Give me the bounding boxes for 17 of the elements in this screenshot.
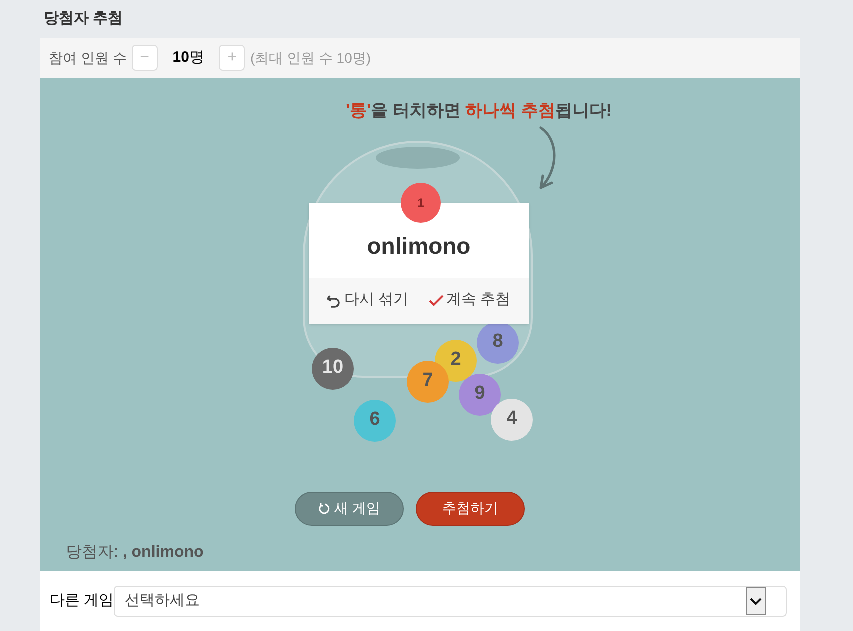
reshuffle-button[interactable]: 다시 섞기 [327,289,408,312]
refresh-icon [318,502,331,514]
participant-label: 참여 인원 수 [49,48,127,68]
page-title: 당첨자 추첨 [43,8,124,29]
winners-text: 당첨자: , onlimono [66,542,205,562]
undo-icon [327,294,342,308]
chevron-down-icon [746,587,766,615]
checkmark-icon [428,294,444,306]
draw-button[interactable]: 추첨하기 [416,492,525,526]
continue-button[interactable]: 계속 추첨 [428,289,511,312]
other-game-label: 다른 게임 [50,590,114,611]
max-note: (최대 인원 수 10명) [250,48,372,68]
instruction-text: '통'을 터치하면 하나씩 추첨됩니다! [346,100,612,122]
new-game-button[interactable]: 새 게임 [295,492,404,526]
participant-count: 10명 [172,48,204,68]
name-text: onlimono [367,232,471,260]
game-select[interactable]: 선택하세요 [114,586,788,616]
